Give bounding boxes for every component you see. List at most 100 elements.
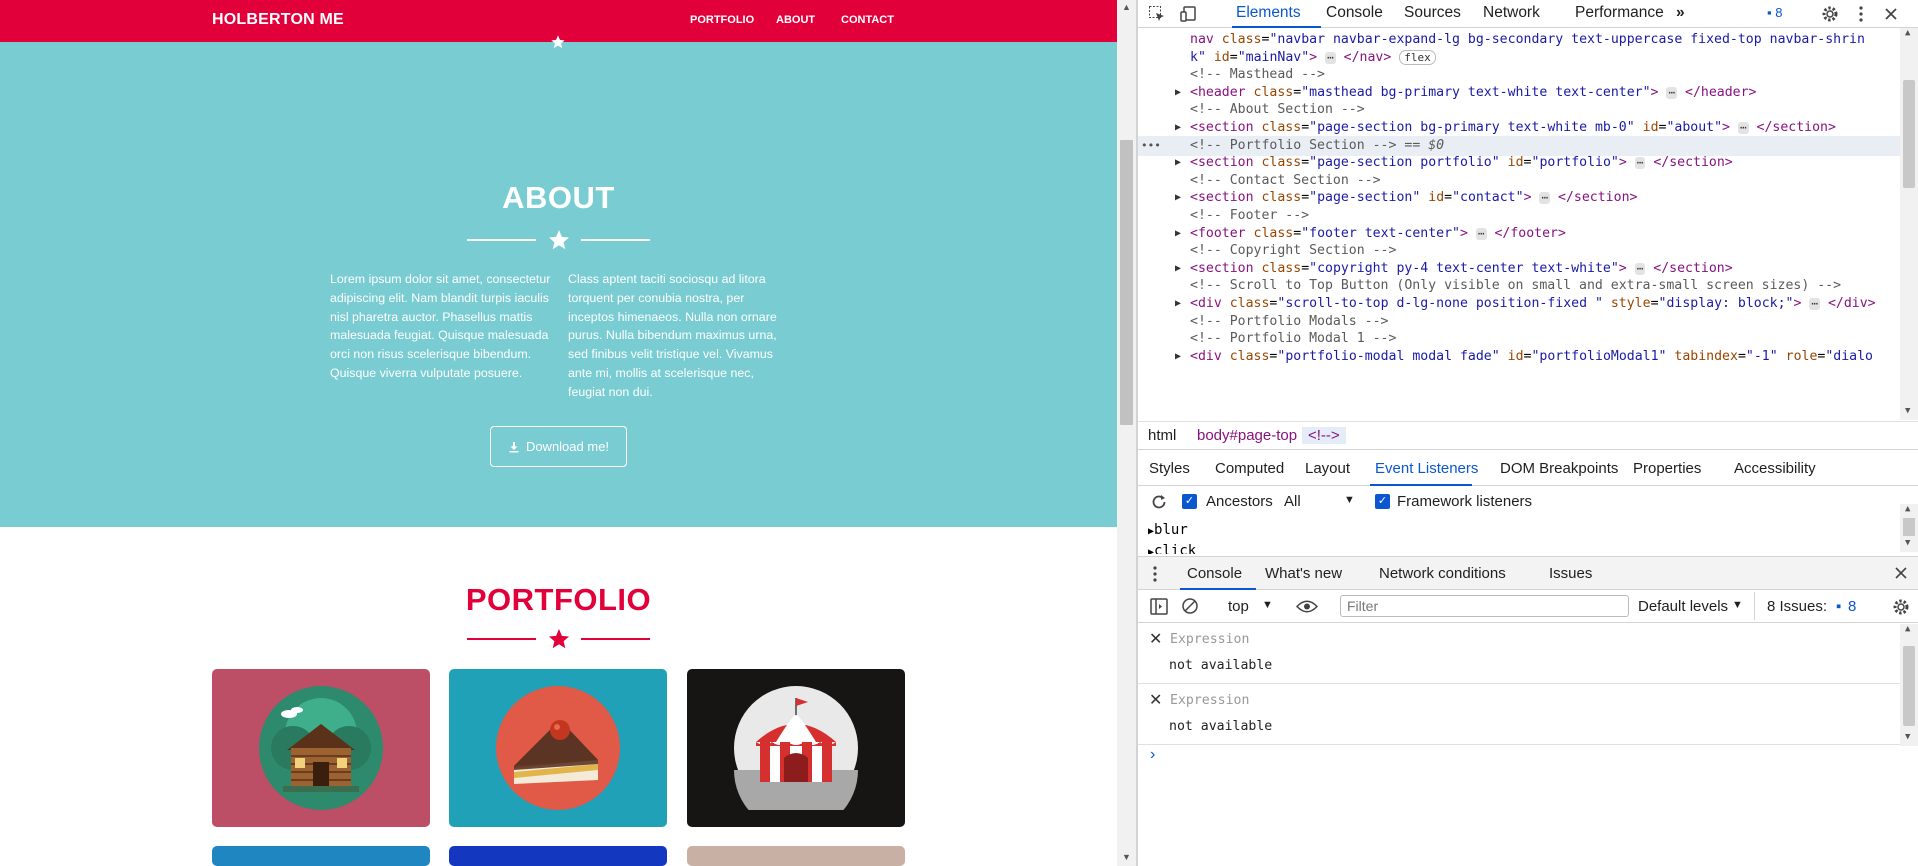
console-prompt[interactable]: › (1150, 746, 1155, 764)
page-scrollbar[interactable]: ▲ ▼ (1117, 0, 1136, 866)
scroll-up-icon[interactable]: ▲ (1122, 2, 1131, 12)
download-button[interactable]: Download me! (490, 426, 627, 467)
tab-layout[interactable]: Layout (1305, 460, 1350, 477)
tab-network[interactable]: Network (1483, 4, 1540, 22)
listener-scrollbar[interactable]: ▲ ▼ (1900, 504, 1918, 552)
dom-tree-scrollbar[interactable]: ▲ ▼ (1900, 28, 1918, 420)
ancestors-checkbox[interactable]: ✓ (1182, 494, 1197, 509)
scroll-up-icon[interactable]: ▲ (1905, 28, 1910, 38)
scroll-down-icon[interactable]: ▼ (1905, 538, 1910, 548)
download-icon (509, 441, 519, 452)
gear-icon[interactable] (1821, 5, 1839, 23)
chevron-down-icon[interactable]: ▼ (1262, 599, 1273, 611)
expression-input[interactable]: Expression (1170, 632, 1249, 647)
remove-expression-icon[interactable]: ✕ (1149, 690, 1162, 710)
clear-console-icon[interactable] (1181, 597, 1199, 615)
context-select[interactable]: top (1228, 598, 1249, 615)
close-icon[interactable] (1894, 566, 1908, 580)
chevron-down-icon[interactable]: ▼ (1344, 494, 1355, 506)
issues-count[interactable]: 8 (1848, 598, 1856, 615)
issues-badge[interactable]: ▪ 8 (1767, 5, 1782, 20)
nav-link-contact[interactable]: CONTACT (841, 14, 894, 26)
listener-item[interactable]: ▶click (1148, 543, 1196, 554)
more-tabs-icon[interactable]: » (1676, 4, 1685, 22)
portfolio-item[interactable] (212, 846, 430, 866)
dom-node-line[interactable]: ▶ <div class="portfolio-modal modal fade"… (1138, 347, 1900, 367)
about-divider (467, 228, 650, 252)
kebab-menu-icon[interactable] (1852, 5, 1870, 23)
portfolio-divider (467, 627, 650, 651)
devtools-panel: Elements Console Sources Network Perform… (1138, 0, 1918, 866)
cake-icon (496, 686, 620, 810)
brand-link[interactable]: HOLBERTON ME (212, 11, 344, 29)
scroll-down-icon[interactable]: ▼ (1905, 732, 1910, 742)
issues-summary[interactable]: 8 Issues: (1767, 598, 1827, 615)
scroll-thumb[interactable] (1903, 80, 1915, 188)
scroll-down-icon[interactable]: ▼ (1905, 406, 1910, 416)
breadcrumb-body[interactable]: body#page-top (1197, 427, 1297, 444)
dom-tree[interactable]: nav class="navbar navbar-expand-lg bg-se… (1138, 28, 1900, 420)
nav-link-portfolio[interactable]: PORTFOLIO (690, 14, 754, 26)
inspect-element-icon[interactable] (1148, 5, 1166, 23)
scroll-thumb[interactable] (1903, 518, 1915, 536)
portfolio-item[interactable] (687, 846, 905, 866)
tab-sources[interactable]: Sources (1404, 4, 1461, 22)
refresh-icon[interactable] (1150, 493, 1168, 511)
gear-icon[interactable] (1892, 598, 1910, 616)
tab-console[interactable]: Console (1326, 4, 1383, 22)
chevron-down-icon[interactable]: ▼ (1732, 599, 1743, 611)
breadcrumb-comment[interactable]: <!--> (1302, 427, 1346, 444)
scroll-down-icon[interactable]: ▼ (1122, 852, 1131, 862)
star-icon (549, 629, 569, 649)
scope-select[interactable]: All (1284, 493, 1301, 510)
tab-properties[interactable]: Properties (1633, 460, 1701, 477)
portfolio-item-circus[interactable] (687, 669, 905, 827)
portfolio-item[interactable] (449, 846, 667, 866)
elements-sub-tabs: Styles Computed Layout Event Listeners D… (1138, 449, 1918, 486)
breadcrumb: html body#page-top <!--> (1138, 421, 1918, 449)
console-scrollbar[interactable]: ▲ ▼ (1900, 624, 1918, 746)
portfolio-title: PORTFOLIO (465, 582, 652, 617)
drawer-tab-network-conditions[interactable]: Network conditions (1379, 565, 1506, 582)
eye-icon[interactable] (1296, 599, 1318, 614)
tab-event-listeners[interactable]: Event Listeners (1375, 460, 1478, 477)
drawer-tab-console[interactable]: Console (1187, 565, 1242, 582)
device-toolbar-icon[interactable] (1180, 5, 1198, 23)
message-icon: ▪ (1836, 598, 1842, 615)
filter-input[interactable] (1340, 595, 1629, 617)
nav-link-about[interactable]: ABOUT (776, 14, 815, 26)
star-icon (551, 35, 565, 49)
cabin-icon (259, 686, 383, 810)
log-levels-select[interactable]: Default levels (1638, 598, 1728, 615)
issues-count: 8 (1775, 5, 1783, 20)
scroll-up-icon[interactable]: ▲ (1905, 504, 1910, 514)
tab-performance[interactable]: Performance (1575, 4, 1664, 22)
drawer-menu-icon[interactable] (1148, 565, 1162, 583)
portfolio-item-cake[interactable] (449, 669, 667, 827)
tab-computed[interactable]: Computed (1215, 460, 1284, 477)
star-icon (549, 230, 569, 250)
dom-node-text: <div class="portfolio-modal modal fade" … (1190, 348, 1873, 364)
scroll-up-icon[interactable]: ▲ (1905, 624, 1910, 634)
tab-styles[interactable]: Styles (1149, 460, 1190, 477)
breadcrumb-html[interactable]: html (1148, 427, 1176, 444)
scroll-thumb[interactable] (1903, 646, 1915, 726)
framework-listeners-checkbox[interactable]: ✓ (1375, 494, 1390, 509)
download-label: Download me! (525, 439, 610, 454)
console-toolbar: top ▼ Default levels ▼ 8 Issues: ▪ 8 (1138, 590, 1918, 623)
tab-accessibility[interactable]: Accessibility (1734, 460, 1816, 477)
portfolio-item-cabin[interactable] (212, 669, 430, 827)
expression-input[interactable]: Expression (1170, 693, 1249, 708)
expand-triangle-icon[interactable]: ▶ (1175, 347, 1181, 367)
sidebar-toggle-icon[interactable] (1150, 598, 1168, 615)
expression-value: not available (1169, 719, 1273, 734)
drawer-tab-whats-new[interactable]: What's new (1265, 565, 1342, 582)
scroll-thumb[interactable] (1120, 140, 1133, 425)
close-icon[interactable] (1882, 5, 1900, 23)
remove-expression-icon[interactable]: ✕ (1149, 629, 1162, 649)
drawer-tabs: Console What's new Network conditions Is… (1138, 556, 1918, 590)
tab-dom-breakpoints[interactable]: DOM Breakpoints (1500, 460, 1618, 477)
listener-item[interactable]: ▶blur (1148, 522, 1188, 538)
tab-elements[interactable]: Elements (1236, 4, 1301, 22)
drawer-tab-issues[interactable]: Issues (1549, 565, 1592, 582)
